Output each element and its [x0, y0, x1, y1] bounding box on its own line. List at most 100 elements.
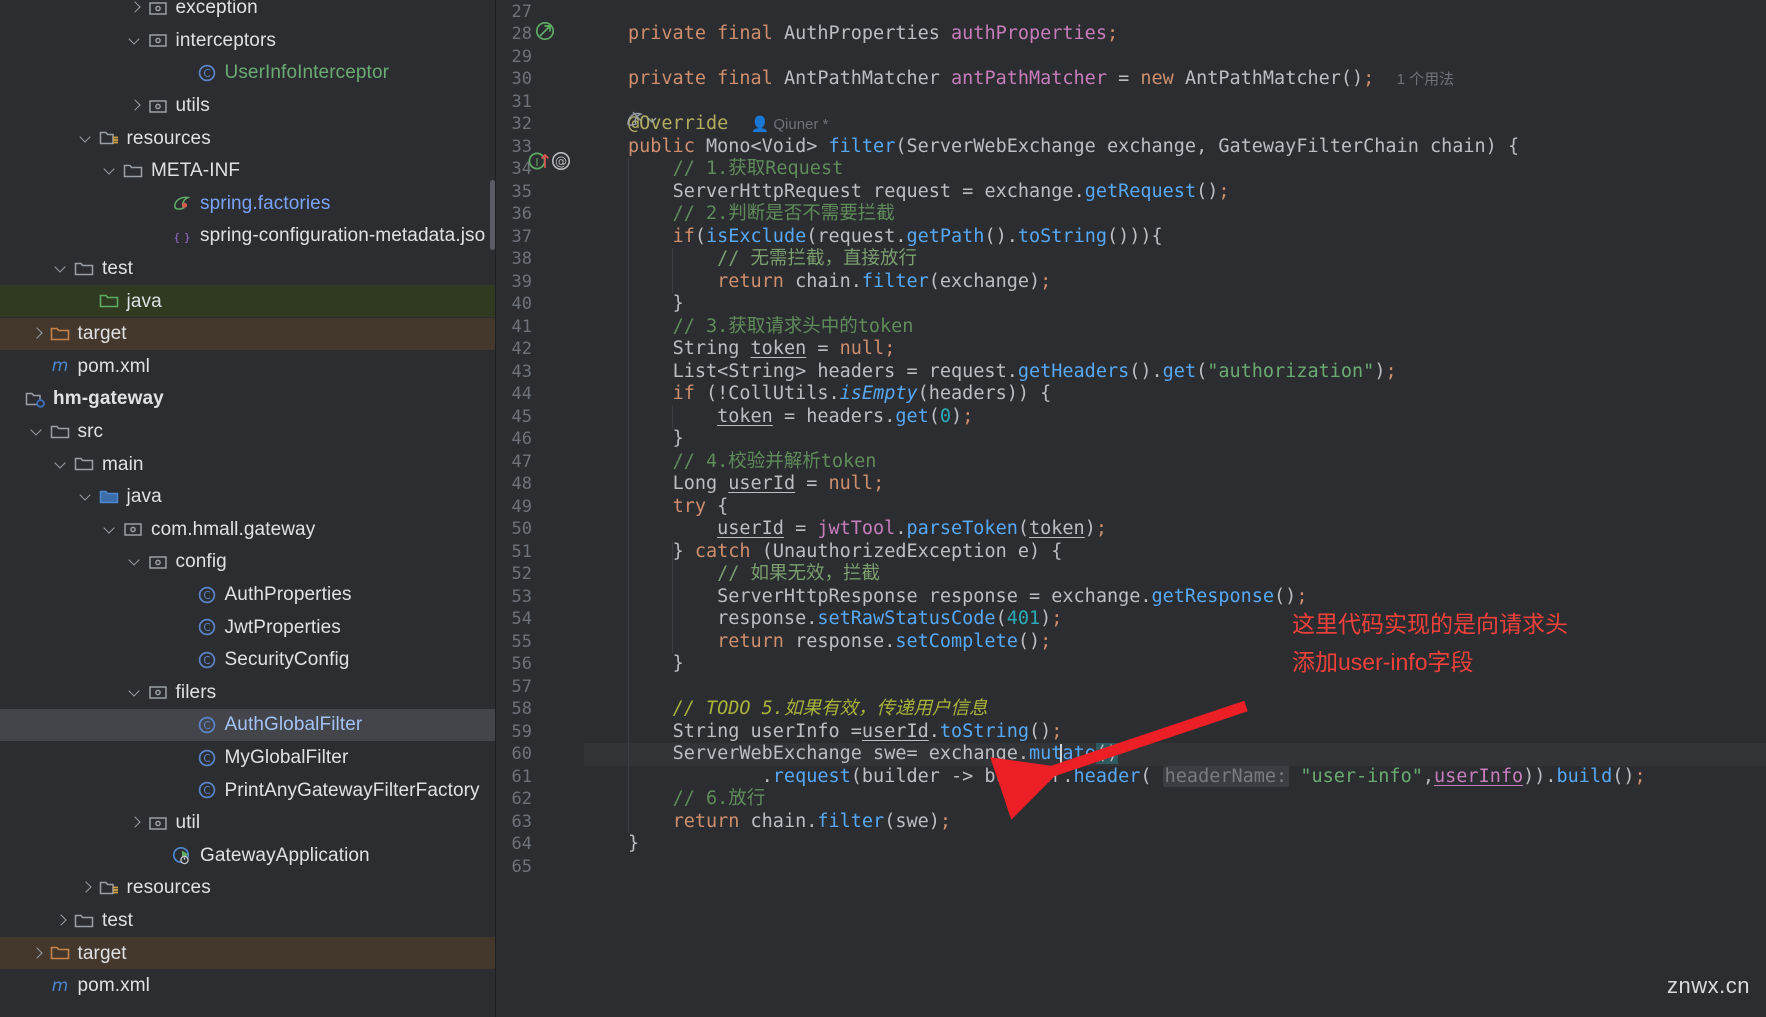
chevron-down-icon[interactable]	[102, 162, 119, 179]
tree-item-label: utils	[175, 95, 210, 117]
code-line-47[interactable]: // 4.校验并解析token	[628, 451, 877, 474]
code-line-42[interactable]: String token = null;	[628, 338, 896, 361]
tree-item-hm-gateway[interactable]: hm-gateway	[0, 383, 496, 416]
watermark-label: znwx.cn	[1667, 973, 1750, 998]
code-line-60[interactable]: ServerWebExchange swe= exchange.mutate()	[628, 743, 1119, 766]
chevron-right-icon[interactable]	[127, 0, 144, 16]
chevron-right-icon[interactable]	[127, 814, 144, 831]
code-line-59[interactable]: String userInfo =userId.toString();	[628, 721, 1063, 744]
code-line-38[interactable]: // 无需拦截，直接放行	[628, 248, 917, 271]
tree-item-config[interactable]: config	[0, 546, 496, 579]
code-line-64[interactable]: }	[628, 833, 639, 856]
tree-item-printanygatewayfilterfactory[interactable]: C PrintAnyGatewayFilterFactory	[0, 774, 496, 807]
code-line-44[interactable]: if (!CollUtils.isEmpty(headers)) {	[628, 383, 1052, 406]
code-line-48[interactable]: Long userId = null;	[628, 473, 885, 496]
code-line-43[interactable]: List<String> headers = request.getHeader…	[628, 361, 1397, 384]
chevron-down-icon[interactable]	[127, 684, 144, 701]
code-line-36[interactable]: // 2.判断是否不需要拦截	[628, 203, 895, 226]
code-line-45[interactable]: token = headers.get(0);	[628, 406, 973, 429]
chevron-down-icon[interactable]	[78, 130, 95, 147]
code-line-40[interactable]: }	[628, 293, 684, 316]
chevron-right-icon[interactable]	[53, 912, 70, 929]
code-line-61[interactable]: .request(builder -> builder.header( head…	[628, 765, 1646, 789]
package-icon	[147, 29, 169, 51]
code-line-56[interactable]: }	[628, 653, 684, 676]
chevron-down-icon[interactable]	[53, 260, 70, 277]
chevron-down-icon[interactable]	[78, 488, 95, 505]
tree-item-test[interactable]: test	[0, 252, 496, 285]
tree-arrow-spacer	[4, 390, 21, 407]
gutter-glyph-layer[interactable]: I @	[496, 0, 596, 1017]
chevron-right-icon[interactable]	[127, 97, 144, 114]
tree-item-target[interactable]: target	[0, 936, 496, 970]
tree-item-securityconfig[interactable]: C SecurityConfig	[0, 644, 496, 677]
tree-arrow-spacer	[29, 977, 46, 994]
code-line-41[interactable]: // 3.获取请求头中的token	[628, 316, 914, 339]
tree-item-label: test	[102, 910, 134, 932]
chevron-right-icon[interactable]	[29, 325, 46, 342]
tree-item-filers[interactable]: filers	[0, 676, 496, 709]
tree-item-authglobalfilter[interactable]: C AuthGlobalFilter	[0, 708, 496, 742]
folder-green-icon	[98, 290, 120, 312]
implementing-method-icon[interactable]	[535, 21, 555, 41]
code-line-35[interactable]: ServerHttpRequest request = exchange.get…	[628, 181, 1230, 204]
code-line-51[interactable]: } catch (UnauthorizedException e) {	[628, 541, 1063, 564]
code-line-49[interactable]: try {	[628, 496, 729, 519]
tree-item-main[interactable]: main	[0, 448, 496, 481]
tree-item-java[interactable]: java	[0, 284, 496, 318]
chevron-down-icon[interactable]	[127, 553, 144, 570]
tree-item-target[interactable]: target	[0, 317, 496, 351]
code-line-50[interactable]: userId = jwtTool.parseToken(token);	[628, 518, 1107, 541]
chevron-right-icon[interactable]	[29, 945, 46, 962]
tree-item-myglobalfilter[interactable]: C MyGlobalFilter	[0, 741, 496, 774]
override-method-icon[interactable]: I	[528, 152, 550, 170]
tree-item-test[interactable]: test	[0, 904, 496, 937]
tree-item-pom-xml[interactable]: m pom.xml	[0, 970, 496, 1003]
annotation-gutter-icon[interactable]: @	[552, 152, 570, 170]
tree-item-interceptors[interactable]: interceptors	[0, 24, 496, 57]
tree-item-spring-configuration-metadata-jso[interactable]: { } spring-configuration-metadata.jso	[0, 220, 496, 253]
tree-item-userinfointerceptor[interactable]: C UserInfoInterceptor	[0, 57, 496, 90]
tree-scrollbar-thumb[interactable]	[490, 180, 495, 250]
spring-bean-gutter-icon[interactable]	[624, 108, 684, 138]
code-line-54[interactable]: response.setRawStatusCode(401);	[628, 608, 1062, 631]
tree-item-authproperties[interactable]: C AuthProperties	[0, 578, 496, 611]
class-icon-green: C	[196, 62, 218, 84]
code-editor[interactable]: 27 28 29 30 31 32 33 34 35 36 37 38 39 40 41 42 43 44 45 46…	[496, 0, 1766, 1017]
tree-item-resources[interactable]: resources	[0, 122, 496, 155]
code-line-53[interactable]: ServerHttpResponse response = exchange.g…	[628, 586, 1307, 609]
tree-item-spring-factories[interactable]: spring.factories	[0, 187, 496, 220]
code-line-34[interactable]: // 1.获取Request	[628, 158, 844, 181]
code-line-33[interactable]: public Mono<Void> filter(ServerWebExchan…	[628, 136, 1519, 159]
code-line-37[interactable]: if(isExclude(request.getPath().toString(…	[628, 226, 1163, 249]
tree-item-utils[interactable]: utils	[0, 89, 496, 122]
tree-item-exception[interactable]: exception	[0, 0, 496, 24]
tree-item-util[interactable]: util	[0, 807, 496, 840]
tree-item-src[interactable]: src	[0, 415, 496, 448]
tree-item-resources[interactable]: resources	[0, 872, 496, 905]
code-line-39[interactable]: return chain.filter(exchange);	[628, 271, 1051, 294]
tree-item-com-hmall-gateway[interactable]: com.hmall.gateway	[0, 513, 496, 546]
code-line-58[interactable]: // TODO 5.如果有效，传递用户信息	[628, 698, 988, 721]
tree-item-java[interactable]: java	[0, 481, 496, 514]
svg-text:C: C	[203, 753, 210, 765]
chevron-down-icon[interactable]	[127, 32, 144, 49]
code-line-55[interactable]: return response.setComplete();	[628, 631, 1051, 654]
project-tree-panel[interactable]: exception interceptors C UserInfoIntercepto…	[0, 0, 496, 1017]
chevron-right-icon[interactable]	[78, 879, 95, 896]
tree-item-pom-xml[interactable]: m pom.xml	[0, 350, 496, 383]
chevron-down-icon[interactable]	[102, 521, 119, 538]
tree-item-meta-inf[interactable]: META-INF	[0, 155, 496, 188]
code-line-30[interactable]: private final AntPathMatcher antPathMatc…	[628, 68, 1454, 91]
chevron-down-icon[interactable]	[53, 456, 70, 473]
chevron-down-icon[interactable]	[29, 423, 46, 440]
code-line-62[interactable]: // 6.放行	[628, 788, 766, 811]
code-line-46[interactable]: }	[628, 428, 684, 451]
code-line-28[interactable]: private final AuthProperties authPropert…	[628, 23, 1118, 46]
tree-item-gatewayapplication[interactable]: GatewayApplication	[0, 839, 496, 872]
folder-orange-icon	[49, 942, 71, 964]
code-line-63[interactable]: return chain.filter(swe);	[628, 811, 951, 834]
code-line-52[interactable]: // 如果无效，拦截	[628, 563, 880, 586]
tree-item-label: test	[102, 258, 134, 280]
tree-item-jwtproperties[interactable]: C JwtProperties	[0, 611, 496, 644]
